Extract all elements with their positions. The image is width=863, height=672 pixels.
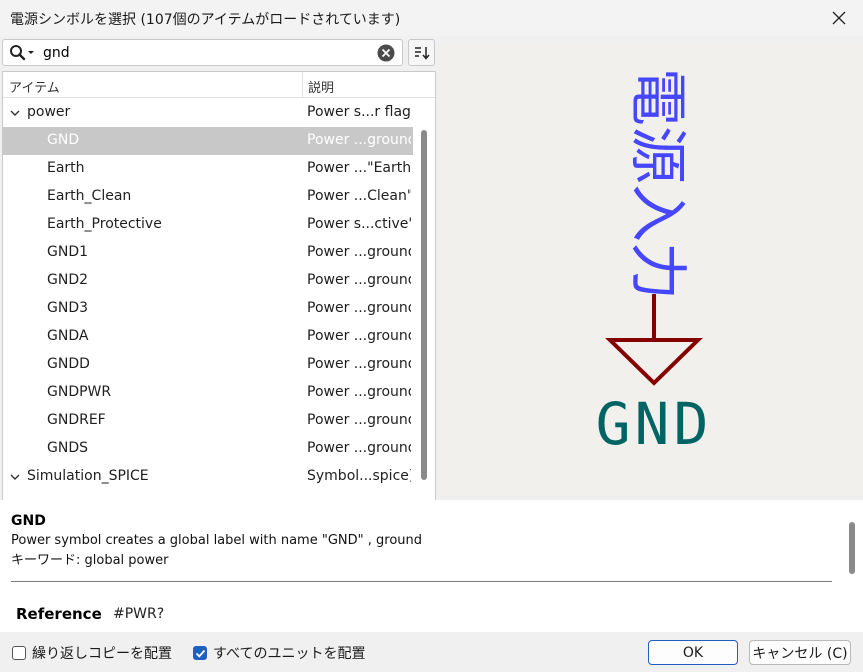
ground-symbol [605, 294, 703, 386]
repeat-copy-checkbox[interactable]: 繰り返しコピーを配置 [12, 643, 172, 663]
search-box [2, 39, 403, 66]
tree-item-description: Symbol...spice). [307, 468, 411, 484]
tree-item-description: Power ...ground [307, 440, 411, 456]
all-units-box [193, 646, 207, 660]
tree-item-description: Power ...ground [307, 412, 411, 428]
tree-item-row[interactable]: GNDPWR Power ...ground [3, 379, 413, 407]
tree-item-row[interactable]: GND3 Power ...ground [3, 295, 413, 323]
details-scrollbar[interactable] [849, 522, 855, 574]
all-units-checkbox[interactable]: すべてのユニットを配置 [193, 643, 365, 663]
details-keywords: キーワード: global power [11, 553, 169, 568]
tree-group-row[interactable]: power Power s...r flags [3, 99, 413, 127]
chevron-down-icon[interactable] [9, 107, 21, 119]
preview-canvas: 電源入力 GND [596, 68, 713, 458]
tree-item-description: Power ..."Earth" [307, 160, 411, 176]
tree-item-row[interactable]: GNDS Power ...ground [3, 435, 413, 463]
preview-vertical-text: 電源入力 [624, 68, 692, 300]
symbol-tree[interactable]: アイテム 説明 power Power s...r flags GND Power .… [2, 71, 436, 528]
column-header-description[interactable]: 説明 [308, 77, 334, 96]
tree-item-name: GND3 [47, 300, 89, 316]
repeat-copy-box [12, 646, 26, 660]
dialog-footer: 繰り返しコピーを配置 すべてのユニットを配置 OK キャンセル (C) [0, 632, 863, 672]
symbol-details: GND Power symbol creates a global label … [0, 500, 863, 632]
chevron-down-icon[interactable] [9, 471, 21, 483]
ok-button[interactable]: OK [648, 640, 738, 665]
tree-item-row[interactable]: GND Power ...ground [3, 127, 413, 155]
window-title: 電源シンボルを選択 (107個のアイテムがロードされています) [10, 12, 401, 28]
close-icon [832, 11, 846, 25]
tree-item-name: Simulation_SPICE [27, 468, 149, 484]
tree-item-description: Power ...ground [307, 356, 411, 372]
sort-icon [414, 46, 430, 60]
tree-item-description: Power ...ground [307, 384, 411, 400]
tree-item-row[interactable]: GND2 Power ...ground [3, 267, 413, 295]
tree-item-name: GNDPWR [47, 384, 112, 400]
tree-item-name: Earth_Protective [47, 216, 162, 232]
search-menu-button[interactable] [9, 44, 37, 62]
tree-item-description: Power ...ground [307, 244, 411, 260]
tree-item-name: power [27, 104, 71, 120]
clear-search-button[interactable] [377, 44, 395, 62]
checkmark-icon [195, 649, 205, 658]
tree-group-row[interactable]: Simulation_SPICE Symbol...spice). [3, 463, 413, 491]
tree-item-description: Power ...ground [307, 328, 411, 344]
reference-value: #PWR? [113, 606, 165, 622]
tree-item-row[interactable]: GNDD Power ...ground [3, 351, 413, 379]
tree-item-row[interactable]: Earth Power ..."Earth" [3, 155, 413, 183]
tree-item-row[interactable]: GND1 Power ...ground [3, 239, 413, 267]
tree-scrollbar[interactable] [421, 130, 427, 480]
tree-item-row[interactable]: GNDREF Power ...ground [3, 407, 413, 435]
tree-item-name: GNDREF [47, 412, 106, 428]
close-button[interactable] [827, 6, 851, 30]
tree-item-description: Power ...Clean" [307, 188, 411, 204]
repeat-copy-label: 繰り返しコピーを配置 [32, 646, 172, 662]
reference-label: Reference [16, 605, 102, 623]
tree-item-name: GND [47, 132, 80, 148]
symbol-browser: アイテム 説明 power Power s...r flags GND Power .… [0, 36, 440, 528]
title-bar: 電源シンボルを選択 (107個のアイテムがロードされています) [0, 0, 863, 36]
tree-item-name: GND2 [47, 272, 89, 288]
details-description: Power symbol creates a global label with… [11, 533, 423, 548]
tree-item-description: Power s...ctive" [307, 216, 411, 232]
tree-item-name: GNDD [47, 356, 90, 372]
tree-item-name: GNDA [47, 328, 89, 344]
tree-item-name: GND1 [47, 244, 89, 260]
sort-button[interactable] [408, 39, 435, 66]
tree-item-description: Power ...ground [307, 132, 411, 148]
details-divider [11, 581, 832, 582]
tree-item-description: Power ...ground [307, 272, 411, 288]
cancel-button[interactable]: キャンセル (C) [749, 640, 851, 665]
tree-item-name: GNDS [47, 440, 88, 456]
preview-symbol-label: GND [596, 390, 713, 458]
tree-header: アイテム 説明 [3, 72, 435, 98]
symbol-preview: 電源入力 GND [444, 44, 863, 496]
tree-item-description: Power s...r flags [307, 104, 411, 120]
details-symbol-name: GND [11, 513, 46, 529]
tree-item-row[interactable]: Earth_Clean Power ...Clean" [3, 183, 413, 211]
clear-icon [377, 44, 395, 62]
all-units-label: すべてのユニットを配置 [213, 646, 366, 662]
tree-item-row[interactable]: GNDA Power ...ground [3, 323, 413, 351]
tree-item-name: Earth [47, 160, 85, 176]
search-icon [10, 45, 34, 61]
search-input[interactable] [43, 43, 373, 63]
tree-item-description: Power ...ground [307, 300, 411, 316]
column-divider[interactable] [302, 72, 303, 98]
tree-item-name: Earth_Clean [47, 188, 132, 204]
tree-item-row[interactable]: Earth_Protective Power s...ctive" [3, 211, 413, 239]
column-header-item[interactable]: アイテム [9, 77, 60, 96]
